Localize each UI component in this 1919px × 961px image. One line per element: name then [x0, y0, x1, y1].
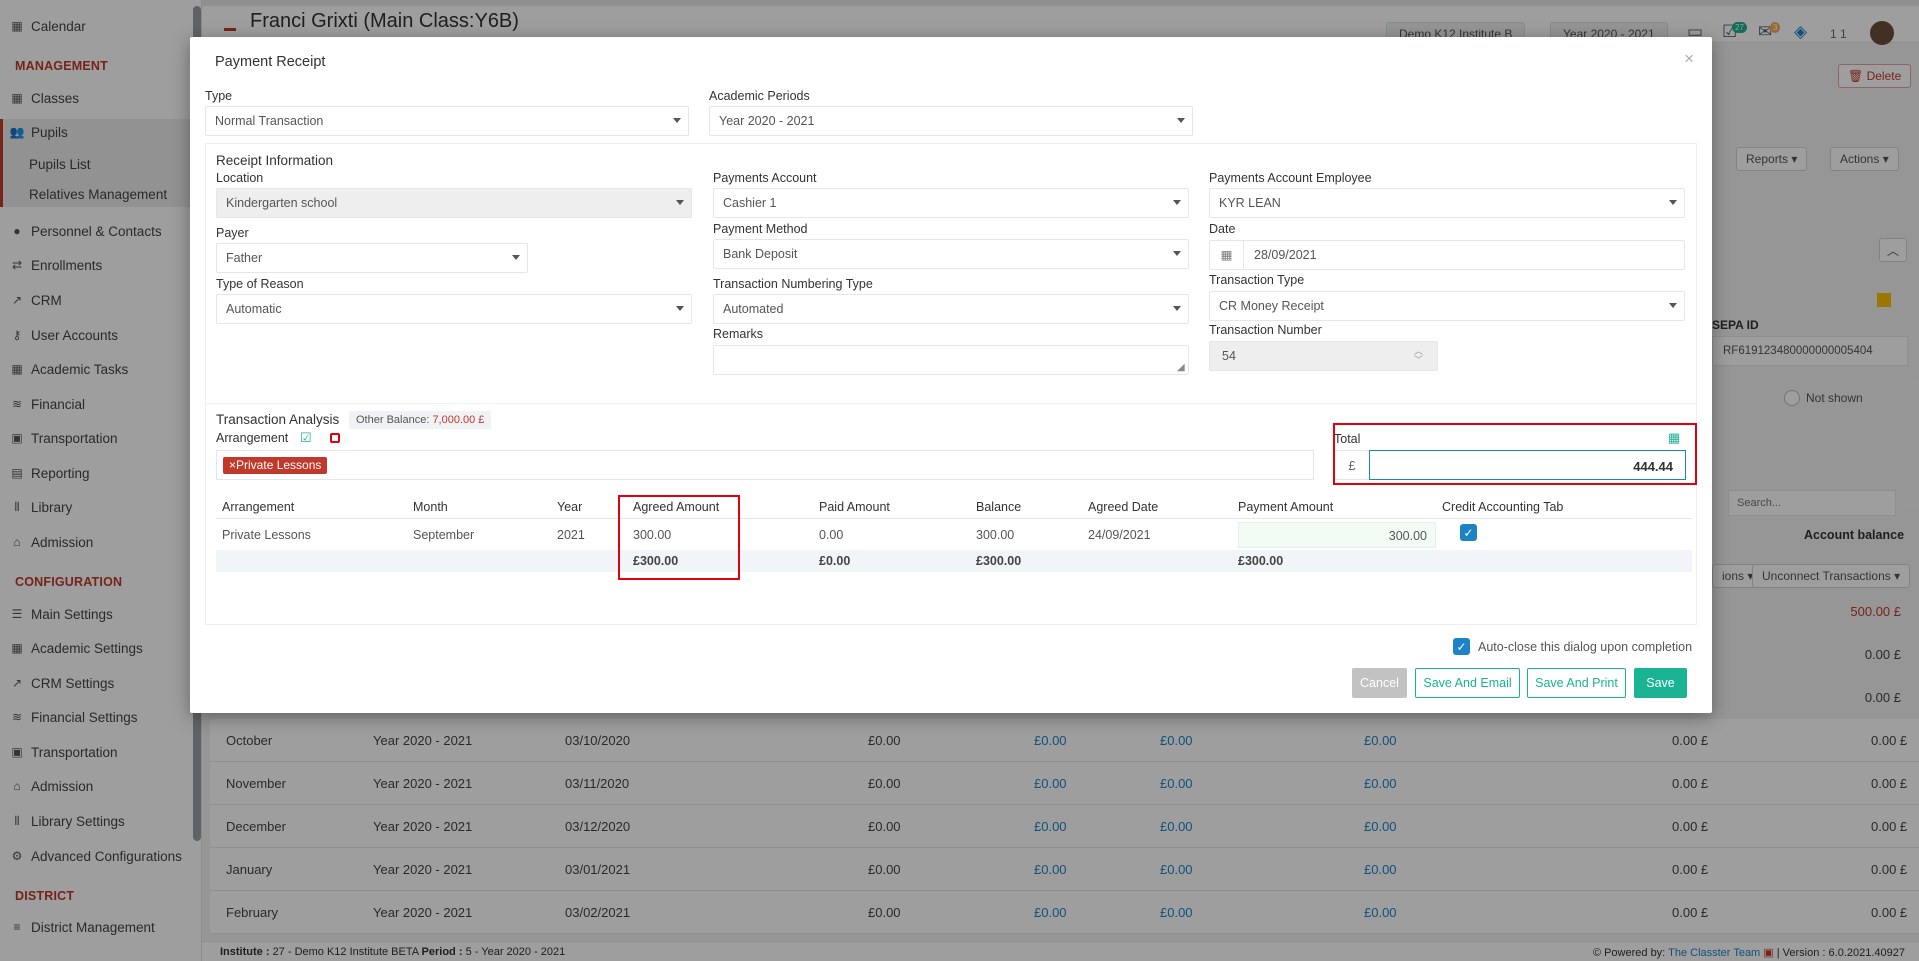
chevron-down-icon: [676, 200, 684, 205]
remarks-textarea[interactable]: [713, 345, 1189, 375]
payment-amount-input[interactable]: 300.00: [1238, 522, 1436, 548]
payment-method-label: Payment Method: [713, 222, 808, 236]
chevron-down-icon: [1669, 303, 1677, 308]
analysis-table-header: Arrangement Month Year Agreed Amount Pai…: [216, 493, 1692, 519]
cancel-button[interactable]: Cancel: [1352, 668, 1407, 698]
arrangement-label: Arrangement: [216, 431, 289, 445]
academic-periods-select[interactable]: Year 2020 - 2021: [709, 106, 1193, 136]
other-balance-chip: Other Balance: 7,000.00 £: [349, 411, 492, 429]
payment-receipt-dialog: Payment Receipt × Type Normal Transactio…: [190, 37, 1712, 713]
chevron-down-icon: [1669, 200, 1677, 205]
table-row: Private Lessons September 2021 300.00 0.…: [216, 520, 1692, 550]
type-of-reason-select[interactable]: Automatic: [216, 294, 692, 324]
column-header: Balance: [976, 500, 1022, 514]
chevron-down-icon: [676, 306, 684, 311]
transaction-type-select[interactable]: CR Money Receipt: [1209, 291, 1685, 321]
save-and-email-button[interactable]: Save And Email: [1415, 668, 1520, 698]
type-select[interactable]: Normal Transaction: [205, 106, 689, 136]
academic-periods-label: Academic Periods: [709, 89, 810, 103]
transaction-number-label: Transaction Number: [1209, 323, 1322, 337]
chevron-down-icon: [1177, 118, 1185, 123]
payments-account-select[interactable]: Cashier 1: [713, 188, 1189, 218]
account-employee-label: Payments Account Employee: [1209, 171, 1372, 185]
numbering-type-select[interactable]: Automated: [713, 294, 1189, 324]
arrangement-tag[interactable]: ×Private Lessons: [223, 457, 328, 474]
date-label: Date: [1209, 222, 1236, 236]
check-square-icon[interactable]: ☑: [300, 430, 312, 446]
auto-close-checkbox[interactable]: ✓: [1453, 638, 1470, 655]
location-select[interactable]: Kindergarten school: [216, 188, 692, 218]
column-header: Agreed Amount: [633, 500, 720, 514]
chevron-down-icon: [673, 118, 681, 123]
spinner-icon[interactable]: ︿ ﹀: [1414, 347, 1423, 365]
close-icon[interactable]: ×: [1684, 49, 1694, 69]
remove-tag-icon[interactable]: ×: [229, 458, 236, 472]
save-button[interactable]: Save: [1634, 668, 1687, 698]
payments-account-label: Payments Account: [713, 171, 817, 185]
totals-row: £300.00 £0.00 £300.00 £300.00: [216, 550, 1692, 572]
payer-select[interactable]: Father: [216, 243, 528, 273]
column-header: Arrangement: [222, 500, 295, 514]
numbering-type-label: Transaction Numbering Type: [713, 277, 873, 291]
transaction-type-label: Transaction Type: [1209, 273, 1305, 287]
chevron-down-icon: [1173, 200, 1181, 205]
transaction-number-field[interactable]: 54 ︿ ﹀: [1209, 341, 1438, 371]
column-header: Credit Accounting Tab: [1442, 500, 1564, 514]
payment-method-select[interactable]: Bank Deposit: [713, 239, 1189, 269]
chevron-down-icon: [1173, 306, 1181, 311]
transaction-analysis-title: Transaction Analysis: [216, 412, 340, 427]
total-input[interactable]: 444.44: [1369, 450, 1686, 480]
column-header: Payment Amount: [1238, 500, 1334, 514]
receipt-information-panel: [205, 143, 1697, 425]
resize-handle-icon[interactable]: ◢: [1177, 362, 1185, 373]
calendar-icon[interactable]: ▦: [1210, 241, 1244, 269]
column-header: Month: [413, 500, 448, 514]
chevron-down-icon: [1173, 251, 1181, 256]
column-header: Paid Amount: [819, 500, 890, 514]
uncheck-square-icon[interactable]: [330, 433, 340, 443]
type-of-reason-label: Type of Reason: [216, 277, 304, 291]
date-field[interactable]: ▦ 28/09/2021: [1209, 240, 1685, 270]
column-header: Year: [557, 500, 583, 514]
column-header: Agreed Date: [1088, 500, 1159, 514]
arrangement-multiselect[interactable]: ×Private Lessons: [216, 450, 1314, 480]
location-label: Location: [216, 171, 264, 185]
auto-close-label: Auto-close this dialog upon completion: [1478, 640, 1693, 654]
currency-addon: £: [1334, 450, 1369, 480]
chevron-down-icon: [512, 255, 520, 260]
save-and-print-button[interactable]: Save And Print: [1527, 668, 1626, 698]
credit-accounting-checkbox[interactable]: ✓: [1460, 524, 1477, 541]
total-label: Total: [1334, 432, 1361, 446]
dialog-title: Payment Receipt: [215, 54, 326, 70]
calculator-icon[interactable]: ▦: [1668, 430, 1680, 446]
receipt-information-title: Receipt Information: [216, 153, 334, 168]
type-label: Type: [205, 89, 233, 103]
remarks-label: Remarks: [713, 327, 764, 341]
payer-label: Payer: [216, 226, 249, 240]
account-employee-select[interactable]: KYR LEAN: [1209, 188, 1685, 218]
